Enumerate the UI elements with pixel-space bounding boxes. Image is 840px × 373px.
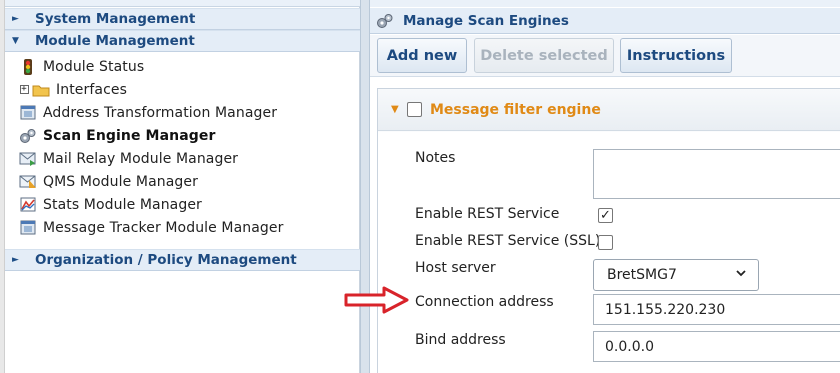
section-label: Organization / Policy Management bbox=[35, 252, 297, 268]
tree-item-label: Interfaces bbox=[56, 81, 127, 98]
stats-icon bbox=[19, 197, 37, 213]
mail-relay-icon bbox=[19, 151, 37, 167]
expand-plus-icon[interactable]: + bbox=[18, 85, 30, 94]
tree-item-label: QMS Module Manager bbox=[43, 173, 198, 190]
section-label: Module Management bbox=[35, 33, 195, 49]
expand-arrow-icon: ► bbox=[12, 255, 19, 265]
navigation-tree-panel: ► System Management ▼ Module Management … bbox=[0, 0, 360, 373]
qms-icon bbox=[19, 174, 37, 190]
bind-address-label: Bind address bbox=[415, 332, 506, 348]
collapse-arrow-icon: ▼ bbox=[12, 36, 19, 46]
gears-icon bbox=[19, 128, 37, 144]
folder-icon bbox=[32, 82, 50, 98]
scan-engines-panel: Manage Scan Engines Add new Delete selec… bbox=[370, 0, 840, 373]
delete-selected-button[interactable]: Delete selected bbox=[474, 38, 614, 73]
enable-rest-ssl-checkbox[interactable] bbox=[598, 235, 613, 250]
top-edge-strip bbox=[0, 0, 360, 7]
tree-item-label: Module Status bbox=[43, 58, 145, 75]
traffic-light-icon bbox=[19, 58, 37, 75]
tree-item-label: Message Tracker Module Manager bbox=[43, 219, 284, 236]
scan-engine-header[interactable]: ▼ Message filter engine bbox=[378, 89, 840, 131]
panel-title: Manage Scan Engines bbox=[403, 12, 569, 29]
section-module-management[interactable]: ▼ Module Management bbox=[5, 30, 360, 52]
tree-item-stats-module-manager[interactable]: Stats Module Manager bbox=[5, 193, 360, 216]
panel-header: Manage Scan Engines bbox=[370, 8, 840, 34]
add-new-button[interactable]: Add new bbox=[377, 38, 467, 73]
section-organization-policy-management[interactable]: ► Organization / Policy Management bbox=[5, 249, 360, 271]
section-label: System Management bbox=[35, 11, 196, 27]
enable-rest-label: Enable REST Service bbox=[415, 206, 560, 222]
tree-item-label: Mail Relay Module Manager bbox=[43, 150, 239, 167]
tree-item-label: Address Transformation Manager bbox=[43, 104, 278, 121]
collapse-caret-icon[interactable]: ▼ bbox=[391, 104, 401, 115]
notes-label: Notes bbox=[415, 150, 456, 166]
module-window-icon bbox=[19, 105, 37, 121]
tree-item-qms-module-manager[interactable]: QMS Module Manager bbox=[5, 170, 360, 193]
connection-address-label: Connection address bbox=[415, 294, 554, 310]
expand-arrow-icon: ► bbox=[12, 14, 19, 24]
gears-icon bbox=[376, 13, 396, 29]
tree-item-interfaces[interactable]: + Interfaces bbox=[5, 78, 360, 101]
chevron-down-icon bbox=[735, 267, 747, 283]
scan-engine-form: Notes Enable REST Service ✓ Enable REST … bbox=[378, 132, 840, 373]
tree-item-label: Scan Engine Manager bbox=[43, 127, 216, 144]
enable-rest-ssl-label: Enable REST Service (SSL) bbox=[415, 233, 601, 249]
panel-splitter[interactable] bbox=[360, 0, 370, 373]
scan-engine-title: Message filter engine bbox=[430, 101, 601, 118]
top-edge-strip bbox=[370, 0, 840, 7]
toolbar: Add new Delete selected Instructions bbox=[370, 35, 840, 77]
tree-item-mail-relay-module-manager[interactable]: Mail Relay Module Manager bbox=[5, 147, 360, 170]
tree-item-message-tracker-module-manager[interactable]: Message Tracker Module Manager bbox=[5, 216, 360, 239]
host-server-value: BretSMG7 bbox=[607, 267, 677, 283]
checkmark-icon: ✓ bbox=[600, 208, 611, 223]
instructions-button[interactable]: Instructions bbox=[620, 38, 732, 73]
scan-engine-card: ▼ Message filter engine Notes Enable RES… bbox=[377, 88, 840, 373]
host-server-label: Host server bbox=[415, 260, 496, 276]
tree-item-scan-engine-manager[interactable]: Scan Engine Manager bbox=[5, 124, 360, 147]
module-window-icon bbox=[19, 220, 37, 236]
host-server-select[interactable]: BretSMG7 bbox=[593, 259, 759, 291]
tree-item-module-status[interactable]: Module Status bbox=[5, 55, 360, 78]
tree-item-address-transformation-manager[interactable]: Address Transformation Manager bbox=[5, 101, 360, 124]
tree-item-label: Stats Module Manager bbox=[43, 196, 202, 213]
annotation-arrow-icon bbox=[344, 286, 409, 314]
enable-rest-checkbox[interactable]: ✓ bbox=[598, 208, 613, 223]
engine-select-checkbox[interactable] bbox=[407, 102, 422, 117]
section-system-management[interactable]: ► System Management bbox=[5, 8, 360, 30]
connection-address-input[interactable]: 151.155.220.230 bbox=[593, 294, 840, 325]
bind-address-input[interactable]: 0.0.0.0 bbox=[593, 331, 840, 362]
notes-textarea[interactable] bbox=[593, 149, 840, 199]
